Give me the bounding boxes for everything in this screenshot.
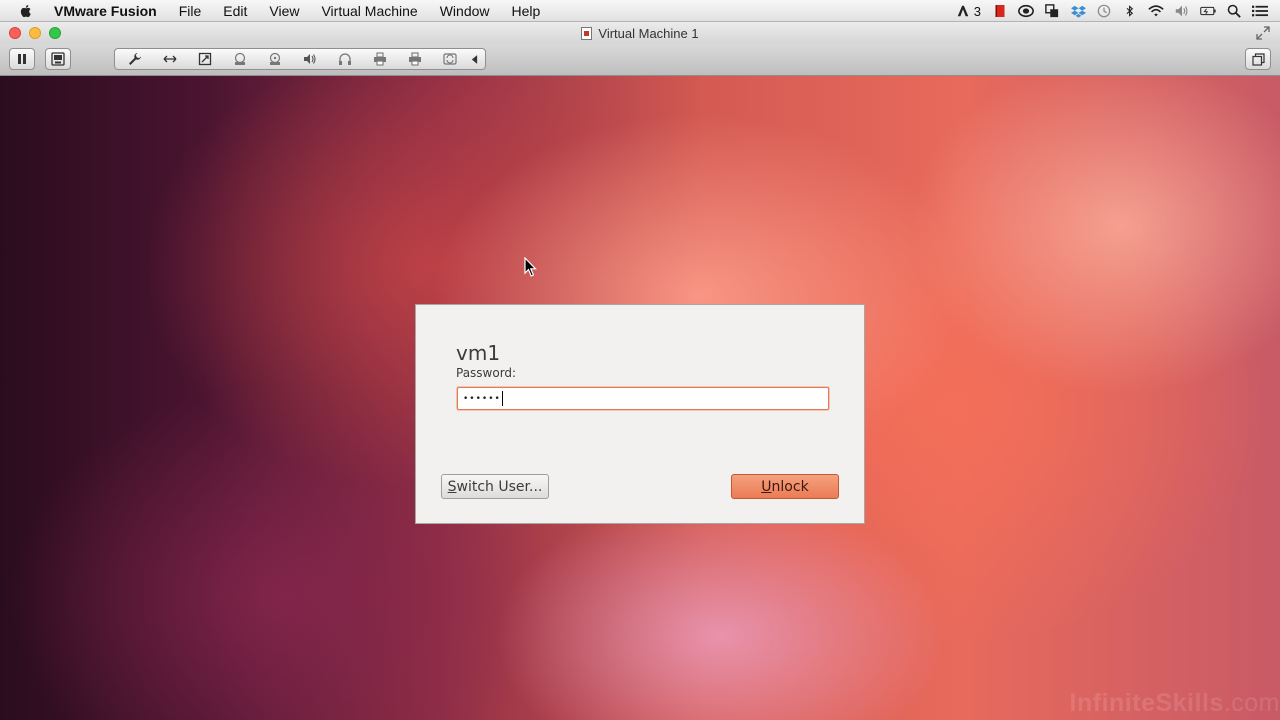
vm-toolbar (0, 44, 1280, 76)
wifi-icon[interactable] (1148, 3, 1164, 19)
lock-screen-dialog: vm1 Password: •••••• Switch User... Unlo… (415, 304, 865, 524)
pause-icon (18, 54, 26, 64)
password-label: Password: (456, 366, 517, 380)
username-label: vm1 (456, 341, 501, 365)
battery-icon[interactable] (1200, 3, 1216, 19)
hard-disk-button[interactable] (222, 49, 257, 69)
usb-icon (198, 52, 211, 66)
sound-button[interactable] (292, 49, 327, 69)
apple-icon[interactable] (18, 3, 34, 19)
menu-file[interactable]: File (168, 0, 213, 22)
menu-window[interactable]: Window (429, 0, 501, 22)
camera-icon (408, 52, 421, 66)
toolbar-collapse-button[interactable] (467, 49, 481, 69)
vm-device-toolbar (114, 48, 486, 70)
network-icon (163, 55, 176, 63)
menu-virtual-machine[interactable]: Virtual Machine (310, 0, 428, 22)
unlock-label: nlock (771, 478, 809, 495)
window-title: Virtual Machine 1 (0, 22, 1280, 44)
usb-button[interactable] (187, 49, 222, 69)
headphone-button[interactable] (327, 49, 362, 69)
cd-icon (269, 52, 280, 65)
unlock-button[interactable]: Unlock (731, 474, 839, 499)
settings-button[interactable] (117, 49, 152, 69)
password-input[interactable]: •••••• (457, 387, 829, 410)
printer-icon (373, 52, 386, 66)
snapshot-icon (51, 52, 65, 66)
watermark: InfiniteSkills.com (1070, 689, 1280, 718)
red-app-icon[interactable] (992, 3, 1008, 19)
cloud-sync-icon[interactable] (1018, 3, 1034, 19)
chevron-left-icon (471, 54, 477, 64)
camera-button[interactable] (397, 49, 432, 69)
status-area: 3 (950, 0, 1280, 22)
switch-user-mnemonic: S (447, 478, 457, 495)
switch-user-button[interactable]: Switch User... (441, 474, 549, 499)
wrench-icon (128, 53, 141, 65)
menu-help[interactable]: Help (501, 0, 552, 22)
menu-view[interactable]: View (258, 0, 310, 22)
text-caret (501, 391, 503, 406)
window-title-bar: Virtual Machine 1 (0, 22, 1280, 44)
menu-edit[interactable]: Edit (212, 0, 258, 22)
adobe-count: 3 (973, 3, 981, 19)
notification-list-icon[interactable] (1252, 3, 1268, 19)
dropbox-icon[interactable] (1070, 3, 1086, 19)
mouse-pointer-icon (524, 257, 537, 277)
bluetooth-icon[interactable] (1122, 3, 1138, 19)
printer-button[interactable] (362, 49, 397, 69)
refresh-icon (442, 53, 457, 65)
refresh-button[interactable] (432, 49, 467, 69)
window-title-text: Virtual Machine 1 (598, 25, 699, 41)
guest-desktop[interactable]: vm1 Password: •••••• Switch User... Unlo… (0, 76, 1280, 720)
copy-icon[interactable] (1044, 3, 1060, 19)
app-menu[interactable]: VMware Fusion (46, 0, 168, 22)
spotlight-search-icon[interactable] (1226, 3, 1242, 19)
password-masked-value: •••••• (463, 393, 501, 404)
cd-dvd-button[interactable] (257, 49, 292, 69)
disk-icon (234, 52, 245, 65)
switch-user-label: witch User... (456, 478, 543, 495)
network-button[interactable] (152, 49, 187, 69)
sound-icon (303, 54, 316, 64)
unity-view-button[interactable] (1245, 48, 1271, 70)
suspend-button[interactable] (9, 48, 35, 70)
fullscreen-icon[interactable] (1256, 26, 1270, 40)
snapshot-button[interactable] (45, 48, 71, 70)
volume-icon[interactable] (1174, 3, 1190, 19)
watermark-brand: InfiniteSkills (1069, 689, 1224, 717)
watermark-suffix: .com (1223, 689, 1280, 717)
unlock-mnemonic: U (761, 478, 772, 495)
window-stack-icon (1251, 52, 1265, 66)
adobe-icon[interactable] (955, 3, 971, 19)
time-machine-icon[interactable] (1096, 3, 1112, 19)
headphone-icon (338, 53, 351, 65)
vm-document-icon (581, 26, 593, 40)
menu-bar: VMware Fusion File Edit View Virtual Mac… (0, 0, 1280, 22)
